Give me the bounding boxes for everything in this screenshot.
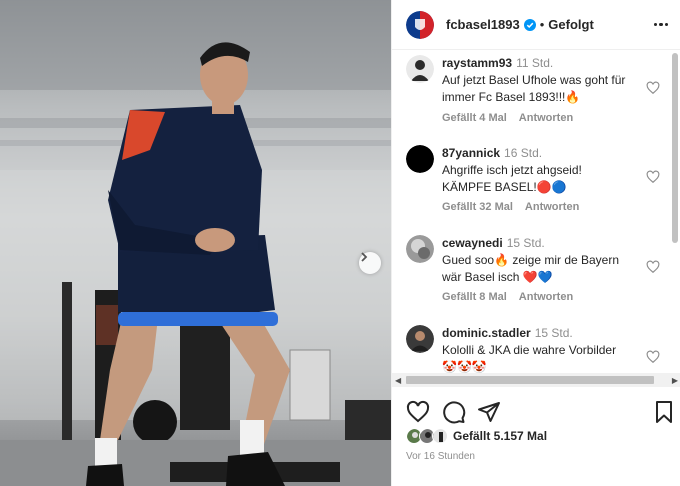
- comment-body: cewaynedi 15 Std. Gued soo🔥 zeige mir de …: [442, 235, 634, 286]
- reply-button[interactable]: Antworten: [519, 291, 573, 303]
- scrollbar-thumb[interactable]: [406, 376, 654, 384]
- next-photo-button[interactable]: [359, 252, 381, 274]
- like-heart-icon[interactable]: [406, 400, 430, 424]
- comment-text: Ahgriffe isch jetzt ahgseid! KÄMPFE BASE…: [442, 163, 582, 194]
- heart-icon[interactable]: [646, 260, 660, 274]
- comment-bubble-icon[interactable]: [442, 400, 466, 424]
- club-logo-icon: [406, 10, 434, 39]
- comment-avatar[interactable]: [406, 145, 434, 173]
- scroll-right-arrow-icon[interactable]: ▶: [672, 376, 678, 385]
- comment-time: 15 Std.: [506, 236, 545, 250]
- following-button[interactable]: Gefolgt: [548, 17, 594, 32]
- separator-dot: •: [539, 17, 545, 32]
- comment-avatar[interactable]: [406, 325, 434, 353]
- post-sidebar: fcbasel1893 • Gefolgt raystamm93 11 Std. …: [391, 0, 680, 486]
- scroll-left-arrow-icon[interactable]: ◀: [395, 376, 401, 385]
- comment-text: Gued soo🔥 zeige mir de Bayern wär Basel …: [442, 253, 620, 284]
- comment-username[interactable]: 87yannick: [442, 146, 500, 160]
- heart-icon[interactable]: [646, 170, 660, 184]
- bookmark-icon[interactable]: [652, 400, 676, 424]
- comment-time: 15 Std.: [534, 326, 573, 340]
- comment-time: 16 Std.: [504, 146, 543, 160]
- comment-list: raystamm93 11 Std. Auf jetzt Basel Ufhole…: [392, 51, 680, 373]
- verified-badge-icon: [523, 18, 536, 31]
- liker-avatar: [432, 428, 448, 444]
- comments-horizontal-scrollbar[interactable]: ◀ ▶: [392, 373, 680, 387]
- comments-vertical-scrollbar[interactable]: [671, 51, 679, 373]
- comment-like-count[interactable]: Gefällt 4 Mal: [442, 112, 507, 124]
- share-send-icon[interactable]: [477, 400, 501, 424]
- comment-text: Auf jetzt Basel Ufhole was goht für imme…: [442, 73, 626, 104]
- comment-username[interactable]: dominic.stadler: [442, 326, 531, 340]
- profile-username[interactable]: fcbasel1893: [446, 17, 520, 32]
- post-age[interactable]: Vor 16 Stunden: [406, 451, 475, 462]
- chevron-right-icon: [361, 252, 368, 262]
- scrollbar-thumb[interactable]: [672, 53, 678, 243]
- heart-icon[interactable]: [646, 81, 660, 95]
- likes-count[interactable]: Gefällt 5.157 Mal: [453, 429, 547, 443]
- comment-body: dominic.stadler 15 Std. Kololli & JKA die…: [442, 325, 634, 373]
- post-header: fcbasel1893 • Gefolgt: [392, 0, 680, 50]
- comment-text: Kololli & JKA die wahre Vorbilder 🤡🤡🤡: [442, 343, 617, 373]
- heart-icon[interactable]: [646, 350, 660, 364]
- comment-body: raystamm93 11 Std. Auf jetzt Basel Ufhole…: [442, 55, 634, 106]
- comment-avatar[interactable]: [406, 55, 434, 83]
- post-actions: [392, 400, 680, 424]
- comment-meta: Gefällt 32 Mal Antworten: [442, 201, 591, 213]
- more-options-icon[interactable]: [653, 22, 668, 27]
- comment-meta: Gefällt 4 Mal Antworten: [442, 112, 585, 124]
- comment-time: 11 Std.: [516, 56, 554, 70]
- comment-meta: Gefällt 8 Mal Antworten: [442, 291, 585, 303]
- post-photo: [0, 0, 391, 486]
- comment-username[interactable]: cewaynedi: [442, 236, 503, 250]
- profile-avatar[interactable]: [406, 10, 434, 39]
- comment-like-count[interactable]: Gefällt 32 Mal: [442, 201, 513, 213]
- comment-username[interactable]: raystamm93: [442, 56, 512, 70]
- comment-avatar[interactable]: [406, 235, 434, 263]
- gym-scene: [0, 0, 391, 486]
- comment-like-count[interactable]: Gefällt 8 Mal: [442, 291, 507, 303]
- reply-button[interactable]: Antworten: [519, 112, 573, 124]
- comment-body: 87yannick 16 Std. Ahgriffe isch jetzt ahg…: [442, 145, 634, 196]
- likes-summary: Gefällt 5.157 Mal: [406, 428, 547, 444]
- reply-button[interactable]: Antworten: [525, 201, 579, 213]
